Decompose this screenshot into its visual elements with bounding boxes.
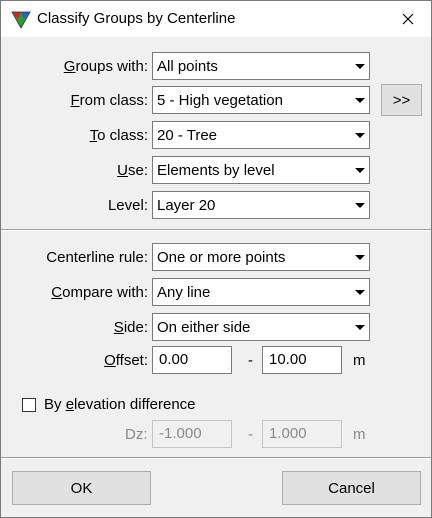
centerline-rule-combo[interactable]: One or more points: [152, 243, 370, 271]
from-class-combo[interactable]: 5 - High vegetation: [152, 86, 370, 114]
from-class-label-text: rom class:: [79, 92, 148, 109]
offset-dash: -: [248, 352, 253, 369]
groups-with-label-mnemonic: G: [63, 58, 76, 75]
level-label: Level:: [107, 197, 148, 214]
elevation-label-rest: levation difference: [74, 396, 196, 413]
dz-to-input[interactable]: 1.000: [262, 420, 342, 448]
chevron-down-icon[interactable]: [350, 157, 369, 183]
separator: [1, 229, 431, 231]
compare-with-value: Any line: [157, 284, 211, 301]
side-label-mnemonic: S: [113, 319, 124, 336]
side-label: Side:: [0, 319, 148, 336]
to-class-label: To class:: [0, 127, 148, 144]
from-class-label-mnemonic: F: [70, 92, 80, 109]
cancel-button[interactable]: Cancel: [282, 471, 421, 505]
offset-label-mnemonic: O: [104, 352, 116, 369]
to-class-combo[interactable]: 20 - Tree: [152, 121, 370, 149]
offset-from-input[interactable]: 0.00: [152, 346, 232, 374]
elevation-label-pre: By: [44, 396, 66, 413]
use-label-text: se:: [127, 162, 148, 179]
side-value: On either side: [157, 319, 251, 336]
groups-with-value: All points: [157, 58, 218, 75]
dz-from-input[interactable]: -1.000: [152, 420, 232, 448]
groups-with-combo[interactable]: All points: [152, 52, 370, 80]
compare-with-label-mnemonic: C: [51, 284, 63, 301]
chevron-down-icon[interactable]: [350, 279, 369, 305]
compare-with-combo[interactable]: Any line: [152, 278, 370, 306]
chevron-down-icon[interactable]: [350, 192, 369, 218]
compare-with-label-text: ompare with:: [62, 284, 148, 301]
more-classes-button[interactable]: >>: [381, 84, 422, 116]
close-button[interactable]: [385, 1, 431, 37]
dz-label: Dz:: [125, 426, 148, 443]
offset-label: Offset:: [0, 352, 148, 369]
from-class-value: 5 - High vegetation: [157, 92, 283, 109]
offset-to-input[interactable]: 10.00: [262, 346, 342, 374]
close-icon: [402, 13, 414, 25]
elevation-label-mnemonic: e: [65, 396, 75, 413]
groups-with-label: Groups with:: [0, 58, 148, 75]
chevron-down-icon[interactable]: [350, 122, 369, 148]
centerline-rule-value: One or more points: [157, 249, 286, 266]
from-class-label: From class:: [0, 92, 148, 109]
chevron-down-icon[interactable]: [350, 87, 369, 113]
side-label-text: ide:: [123, 319, 148, 336]
title-bar: Classify Groups by Centerline: [1, 1, 431, 37]
chevron-down-icon[interactable]: [350, 314, 369, 340]
compare-with-label: Compare with:: [0, 284, 148, 301]
use-value: Elements by level: [157, 162, 275, 179]
chevron-down-icon[interactable]: [350, 244, 369, 270]
use-label: Use:: [0, 162, 148, 179]
chevron-down-icon[interactable]: [350, 53, 369, 79]
use-combo[interactable]: Elements by level: [152, 156, 370, 184]
window-title: Classify Groups by Centerline: [37, 10, 236, 27]
use-label-mnemonic: U: [117, 162, 128, 179]
centerline-rule-label: Centerline rule:: [46, 249, 148, 266]
dialog-window: Classify Groups by Centerline Groups wit…: [0, 0, 432, 518]
to-class-value: 20 - Tree: [157, 127, 218, 144]
app-icon: [11, 11, 31, 29]
ok-button[interactable]: OK: [12, 471, 151, 505]
elevation-difference-checkbox[interactable]: [22, 398, 36, 412]
separator: [1, 457, 431, 459]
groups-with-label-text: roups with:: [75, 58, 148, 75]
side-combo[interactable]: On either side: [152, 313, 370, 341]
level-combo[interactable]: Layer 20: [152, 191, 370, 219]
offset-unit: m: [353, 352, 366, 369]
offset-label-text: ffset:: [115, 352, 148, 369]
to-class-label-text: o class:: [97, 127, 148, 144]
level-value: Layer 20: [157, 197, 216, 214]
elevation-difference-label[interactable]: By elevation difference: [44, 396, 196, 413]
dz-dash: -: [248, 426, 253, 443]
dz-unit: m: [353, 426, 366, 443]
